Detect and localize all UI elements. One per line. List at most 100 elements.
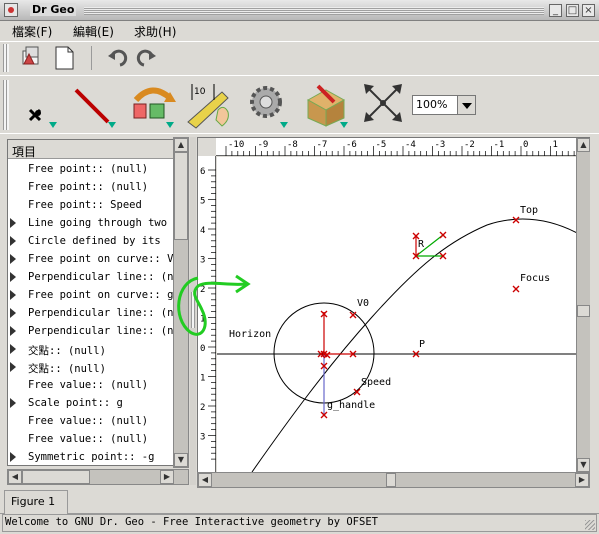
zoom-combo[interactable]: 100% [412, 95, 476, 115]
app-icon[interactable] [4, 3, 18, 17]
zoom-dropdown-button[interactable] [457, 96, 475, 114]
label-r: R [418, 239, 425, 250]
expander-arrow-icon[interactable] [10, 398, 16, 408]
line-tool-button[interactable] [70, 80, 128, 130]
figure-icon [22, 46, 39, 65]
menu-file[interactable]: 檔案(F) [12, 23, 52, 40]
svg-text:10: 10 [194, 87, 206, 97]
menu-help[interactable]: 求助(H) [134, 23, 176, 40]
toolbar-grip[interactable] [3, 80, 9, 130]
expander-arrow-icon[interactable] [10, 362, 16, 372]
tree-row[interactable]: Line going through two [8, 215, 173, 233]
scroll-up-button[interactable]: ▲ [577, 138, 590, 152]
figure-icon-button[interactable] [18, 44, 46, 72]
point-marker [512, 216, 520, 224]
tree-row[interactable]: Free value:: (null) [8, 431, 173, 449]
expander-arrow-icon[interactable] [10, 452, 16, 462]
ruler-corner [198, 138, 216, 156]
expander-arrow-icon[interactable] [10, 308, 16, 318]
geometry-figure: Top Focus Horizon V0 P Speed g_handle R [217, 205, 576, 472]
status-bar: Welcome to GNU Dr. Geo - Free Interactiv… [2, 514, 597, 532]
scroll-down-button[interactable]: ▼ [174, 453, 188, 467]
drag-hint-arrow-icon [177, 274, 251, 336]
macro-tool-button[interactable] [242, 80, 300, 130]
tree-row[interactable]: 交點:: (null) [8, 341, 173, 359]
redo-icon [136, 49, 156, 67]
maximize-button[interactable]: □ [566, 4, 579, 17]
undo-button[interactable] [102, 44, 130, 72]
top-ruler-tick-label: -2 [464, 140, 475, 150]
close-button[interactable]: × [582, 4, 595, 17]
tree-row[interactable]: Free point:: (null) [8, 179, 173, 197]
expander-arrow-icon[interactable] [10, 290, 16, 300]
scroll-right-button[interactable]: ▶ [160, 470, 174, 484]
point-tool-icon [28, 108, 57, 128]
tree-row[interactable]: Free value:: (null) [8, 377, 173, 395]
tree-row-label: Perpendicular line:: (n [28, 271, 174, 283]
expander-arrow-icon[interactable] [10, 272, 16, 282]
point-marker [439, 231, 447, 239]
tree-row[interactable]: Perpendicular line:: (n [8, 269, 173, 287]
scroll-thumb[interactable] [386, 473, 396, 487]
canvas-vertical-scrollbar[interactable]: ▲ ▼ [576, 138, 590, 473]
top-ruler[interactable]: -10-9-8-7-6-5-4-3-2-1012 [216, 138, 599, 156]
left-ruler-tick-label: 6 [200, 167, 205, 177]
menu-edit[interactable]: 編輯(E) [73, 23, 114, 40]
title-bar[interactable]: Dr Geo _ □ × [0, 0, 599, 21]
new-file-icon [55, 46, 74, 70]
scroll-up-button[interactable]: ▲ [174, 138, 188, 152]
toolbar-grip[interactable] [3, 44, 9, 72]
scroll-thumb[interactable] [22, 470, 90, 484]
tree-row[interactable]: Free value:: (null) [8, 413, 173, 431]
expander-arrow-icon[interactable] [10, 218, 16, 228]
tools-tool-button[interactable] [300, 80, 358, 130]
top-ruler-tick-label: -3 [435, 140, 446, 150]
geometry-canvas[interactable]: Top Focus Horizon V0 P Speed g_handle R [217, 157, 576, 472]
expander-arrow-icon[interactable] [10, 254, 16, 264]
expander-arrow-icon[interactable] [10, 344, 16, 354]
tree-row[interactable]: Circle defined by its [8, 233, 173, 251]
point-tool-button[interactable] [14, 80, 72, 130]
tree-row-label: Free point:: Speed [28, 199, 142, 211]
move-tool-button[interactable] [354, 80, 412, 130]
toolbar-separator [0, 75, 599, 76]
figure-tree[interactable]: 項目 Free point:: (null)Free point:: (null… [7, 139, 174, 466]
tree-row[interactable]: 交點:: (null) [8, 359, 173, 377]
tree-row-label: Free point on curve:: V [28, 253, 174, 265]
scroll-left-button[interactable]: ◀ [8, 470, 22, 484]
label-speed: Speed [361, 377, 391, 388]
toolbar-divider [91, 46, 92, 70]
tree-row-label: Scale point:: g [28, 397, 123, 409]
minimize-button[interactable]: _ [549, 4, 562, 17]
scroll-thumb[interactable] [577, 305, 590, 317]
scroll-down-button[interactable]: ▼ [577, 458, 590, 472]
tree-row[interactable]: Scale point:: g [8, 395, 173, 413]
top-ruler-tick-label: -7 [317, 140, 328, 150]
measure-tool-button[interactable]: 10 [184, 80, 242, 130]
tree-horizontal-scrollbar[interactable]: ◀ ▶ [7, 469, 189, 485]
tree-row[interactable]: Free point:: (null) [8, 161, 173, 179]
scroll-left-button[interactable]: ◀ [198, 473, 212, 487]
tree-row[interactable]: Free point:: Speed [8, 197, 173, 215]
canvas-horizontal-scrollbar[interactable]: ◀ ▶ [197, 472, 590, 488]
scroll-thumb[interactable] [174, 152, 188, 240]
tree-row[interactable]: Perpendicular line:: (n [8, 305, 173, 323]
trajectory-curve [251, 218, 576, 472]
tree-row[interactable]: Free point on curve:: V [8, 251, 173, 269]
measure-tool-icon: 10 [187, 84, 229, 129]
top-ruler-graphic: -10-9-8-7-6-5-4-3-2-1012 [225, 140, 599, 156]
tab-figure-1[interactable]: Figure 1 [4, 490, 68, 514]
scroll-right-button[interactable]: ▶ [575, 473, 589, 487]
expander-arrow-icon[interactable] [10, 326, 16, 336]
tree-row[interactable]: Symmetric point:: -g [8, 449, 173, 465]
tree-column-header[interactable]: 項目 [8, 140, 173, 159]
transformation-tool-button[interactable] [126, 80, 184, 130]
undo-icon [108, 49, 128, 67]
redo-button[interactable] [134, 44, 162, 72]
tree-row[interactable]: Free point on curve:: g [8, 287, 173, 305]
resize-grip[interactable] [585, 520, 595, 530]
new-file-button[interactable] [50, 44, 78, 72]
tree-row[interactable]: Perpendicular line:: (n [8, 323, 173, 341]
tree-row-label: Free point:: (null) [28, 181, 149, 193]
expander-arrow-icon[interactable] [10, 236, 16, 246]
